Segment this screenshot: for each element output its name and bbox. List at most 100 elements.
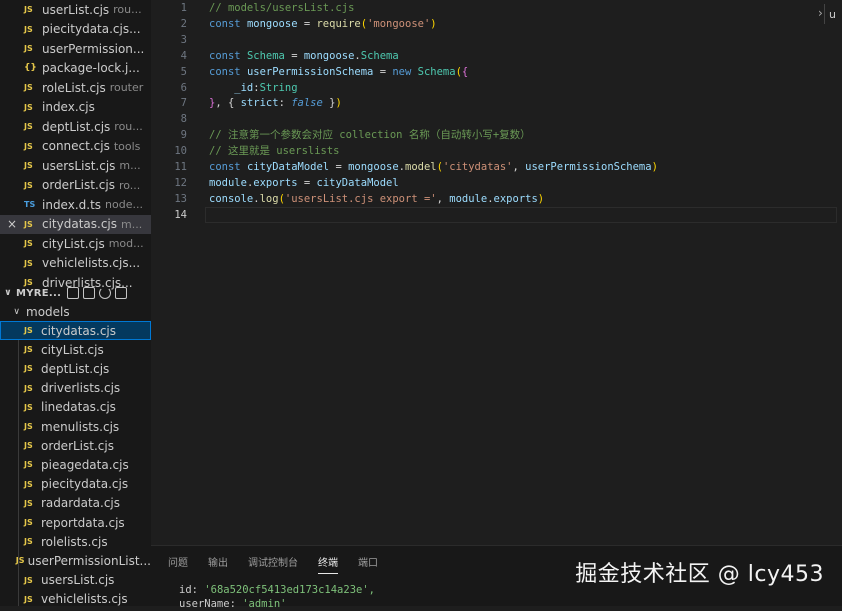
code-line[interactable]: const userPermissionSchema = new Schema(… <box>209 64 468 80</box>
open-editor-item[interactable]: JS roleList.cjs router <box>0 78 151 97</box>
tree-file-item[interactable]: JS citydatas.cjs <box>0 321 151 340</box>
code-token: require <box>316 17 361 30</box>
open-editor-item[interactable]: JS deptList.cjs rou... <box>0 117 151 136</box>
tree-file-item[interactable]: JS reportdata.cjs <box>0 513 151 532</box>
code-token: , <box>512 161 526 173</box>
code-line[interactable]: }, { strict: false }) <box>209 95 342 111</box>
side-tab-label: u <box>829 7 836 21</box>
new-folder-icon[interactable] <box>83 287 96 299</box>
file-name: pieagedata.cjs <box>41 457 129 472</box>
code-line[interactable]: _id:String <box>209 80 297 96</box>
code-token: // 这里就是 userslists <box>209 145 340 158</box>
code-token: ) <box>651 161 658 173</box>
file-name: index.d.ts <box>42 197 102 212</box>
open-editor-item[interactable]: × JS citydatas.cjs m... <box>0 214 151 234</box>
chevron-down-icon[interactable]: ∨ <box>0 288 16 298</box>
tree-file-item[interactable]: JS driverlists.cjs <box>0 379 151 398</box>
code-token: strict <box>240 97 279 110</box>
code-token: model <box>405 161 437 173</box>
typescript-file-icon: TS <box>24 200 36 209</box>
tree-file-item[interactable]: JS pieagedata.cjs <box>0 455 151 474</box>
editor-side-tab[interactable]: › u <box>812 2 842 26</box>
panel-tab[interactable]: 调试控制台 <box>248 554 298 574</box>
file-name: menulists.cjs <box>41 419 120 434</box>
tree-file-item[interactable]: JS usersList.cjs <box>0 571 151 590</box>
file-name: deptList.cjs <box>42 119 111 134</box>
code-line[interactable]: const mongoose = require('mongoose') <box>209 16 437 32</box>
javascript-file-icon: JS <box>24 5 33 14</box>
tree-file-item[interactable]: JS deptList.cjs <box>0 359 151 378</box>
panel-tab[interactable]: 终端 <box>318 554 338 574</box>
code-token: Schema <box>417 65 456 78</box>
file-folder-hint: tools <box>113 139 141 153</box>
code-line[interactable]: // 注意第一个参数会对应 collection 名称（自动转小写+复数） <box>209 127 531 143</box>
tree-file-item[interactable]: JS cityList.cjs <box>0 340 151 359</box>
open-editor-item[interactable]: JS userPermission... <box>0 39 151 58</box>
code-line[interactable]: // 这里就是 userslists <box>209 143 340 159</box>
tree-file-item[interactable]: JS linedatas.cjs <box>0 398 151 417</box>
code-token: userPermissionSchema <box>525 161 652 173</box>
file-name: piecitydata.cjs... <box>42 22 141 36</box>
panel-tab[interactable]: 输出 <box>208 554 228 574</box>
javascript-file-icon: JS <box>24 594 33 604</box>
tree-file-item[interactable]: JS menulists.cjs <box>0 417 151 436</box>
code-editor[interactable]: 1 2 3 4 5 6 7 8 9 10 11 12 13 14 // models/usersList.… <box>151 0 842 545</box>
file-name: userList.cjs <box>42 2 110 17</box>
refresh-icon[interactable] <box>99 287 112 299</box>
tree-file-item[interactable]: JS piecitydata.cjs <box>0 475 151 494</box>
javascript-file-icon: JS <box>24 141 33 151</box>
tree-file-item[interactable]: JS orderList.cjs <box>0 436 151 455</box>
code-line[interactable]: // models/usersList.cjs <box>209 0 354 16</box>
new-file-icon[interactable] <box>67 287 80 299</box>
open-editor-item[interactable]: {} package-lock.j... <box>0 59 151 78</box>
open-editor-item[interactable]: JS piecitydata.cjs... <box>0 20 151 39</box>
open-editor-item[interactable]: JS cityList.cjs mod... <box>0 234 151 253</box>
tree-file-item[interactable]: JS radardata.cjs <box>0 494 151 513</box>
explorer-root-header[interactable]: ∨ MYRE... <box>0 282 151 304</box>
open-editor-item[interactable]: JS index.cjs <box>0 98 151 117</box>
terminal-key: id: <box>179 584 205 596</box>
code-token: new <box>392 65 418 78</box>
open-editor-item[interactable]: JS usersList.cjs m... <box>0 156 151 175</box>
open-editor-item[interactable]: TS index.d.ts node... <box>0 195 151 214</box>
open-editor-item[interactable]: JS vehiclelists.cjs... <box>0 254 151 273</box>
code-token: exports <box>253 176 298 189</box>
javascript-file-icon: JS <box>24 180 33 190</box>
code-line[interactable]: const cityDataModel = mongoose.model('ci… <box>209 159 658 175</box>
code-token: ) <box>537 192 545 205</box>
file-name: citydatas.cjs <box>42 217 118 231</box>
file-name: citydatas.cjs <box>41 323 117 338</box>
panel-tab[interactable]: 端口 <box>358 554 378 574</box>
chevron-right-icon[interactable]: › <box>818 6 823 20</box>
open-editor-item[interactable]: JS userList.cjs rou... <box>0 0 151 19</box>
file-folder-hint: router <box>109 81 144 94</box>
close-icon[interactable]: × <box>0 217 24 231</box>
file-folder-hint: m... <box>121 217 143 231</box>
code-token: mongoose <box>348 161 399 173</box>
file-name: cityList.cjs <box>41 342 104 357</box>
tree-file-item[interactable]: JS vehiclelists.cjs <box>0 590 151 606</box>
code-line[interactable]: console.log('usersList.cjs export =', mo… <box>209 191 544 207</box>
tree-file-item[interactable]: JS userPermissionList... <box>0 551 151 570</box>
file-folder-hint: rou... <box>114 120 143 133</box>
tree-file-item[interactable]: JS rolelists.cjs <box>0 532 151 551</box>
code-line[interactable] <box>205 206 837 223</box>
code-line[interactable]: module.exports = cityDataModel <box>209 175 399 191</box>
file-name: connect.cjs <box>42 139 110 153</box>
panel-tab[interactable]: 问题 <box>168 554 188 574</box>
open-editor-item[interactable]: JS connect.cjs tools <box>0 137 151 156</box>
collapse-all-icon[interactable] <box>115 287 128 299</box>
open-editor-item[interactable]: JS orderList.cjs ro... <box>0 176 151 195</box>
code-line[interactable]: const Schema = mongoose.Schema <box>209 48 399 64</box>
folder-models[interactable]: ∨ models <box>0 303 151 321</box>
javascript-file-icon: JS <box>24 161 33 170</box>
code-token: const <box>209 17 247 30</box>
javascript-file-icon: JS <box>24 239 33 248</box>
javascript-file-icon: JS <box>24 518 33 527</box>
javascript-file-icon: JS <box>24 383 33 393</box>
javascript-file-icon: JS <box>24 326 33 335</box>
line-number: 2 <box>180 17 187 30</box>
javascript-file-icon: JS <box>24 441 33 451</box>
file-folder-hint: mod... <box>108 237 144 250</box>
file-name: deptList.cjs <box>41 361 110 376</box>
